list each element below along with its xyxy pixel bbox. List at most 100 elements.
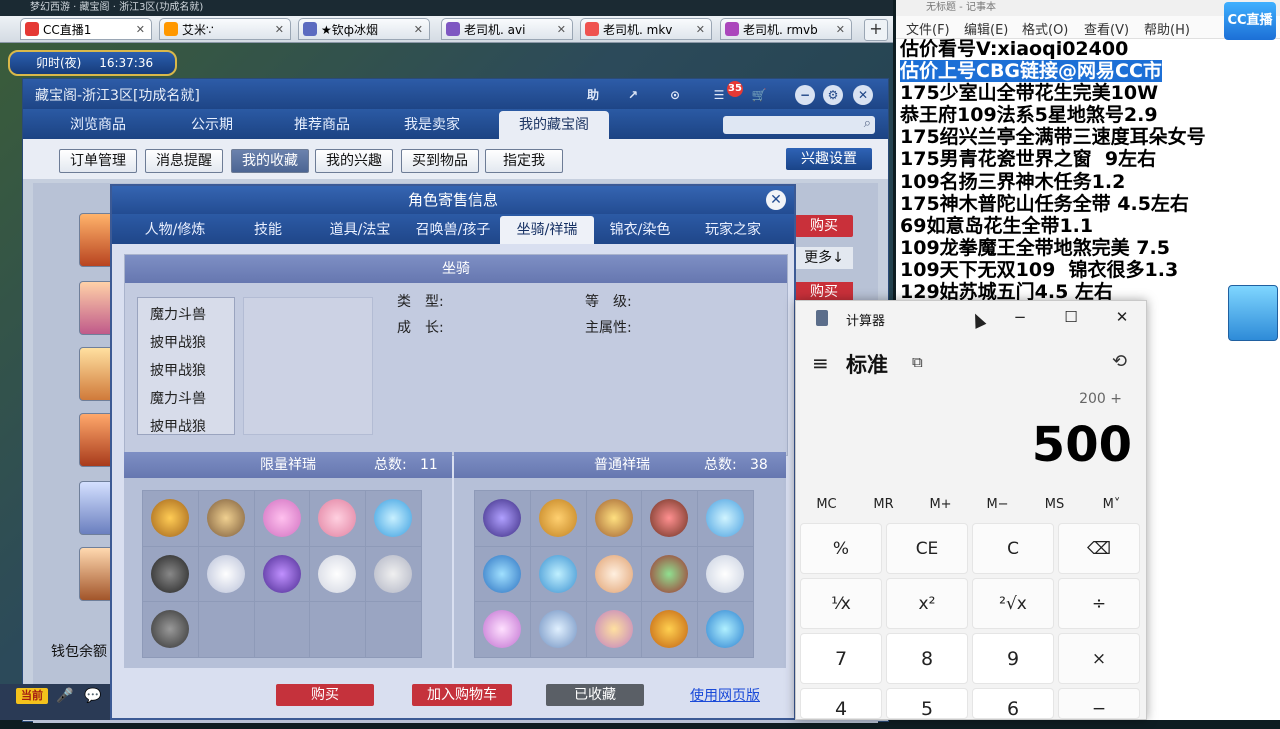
history-icon[interactable]: ⟲: [1112, 351, 1127, 372]
my-interest-button[interactable]: 我的兴趣: [315, 149, 393, 173]
list-item[interactable]: 魔力斗兽: [150, 304, 206, 324]
close-icon[interactable]: ✕: [853, 85, 873, 105]
menu-format[interactable]: 格式(O): [1022, 19, 1068, 38]
divide-key[interactable]: ÷: [1058, 578, 1140, 629]
list-item[interactable]: 魔力斗兽: [150, 388, 206, 408]
digit-5-key[interactable]: 5: [886, 688, 968, 720]
current-channel-button[interactable]: 当前: [16, 688, 48, 704]
digit-4-key[interactable]: 4: [800, 688, 882, 720]
clear-entry-key[interactable]: CE: [886, 523, 968, 574]
tab-my-pavilion[interactable]: 我的藏宝阁: [499, 111, 609, 139]
pet-cell[interactable]: [366, 546, 421, 602]
pet-cell[interactable]: [198, 491, 254, 546]
pet-cell[interactable]: [198, 546, 254, 602]
menu-edit[interactable]: 编辑(E): [964, 19, 1008, 38]
tab-outfits[interactable]: 锦衣/染色: [594, 216, 686, 244]
tab-browse[interactable]: 浏览商品: [43, 111, 153, 139]
pet-cell[interactable]: [475, 491, 530, 546]
close-icon[interactable]: ✕: [557, 19, 566, 39]
percent-key[interactable]: %: [800, 523, 882, 574]
browser-tab-6[interactable]: 老司机. rmvb ✕: [720, 18, 852, 40]
record-icon[interactable]: ⊙: [665, 85, 685, 105]
browser-tab-cc-live[interactable]: CC直播1 ✕: [20, 18, 152, 40]
cart-icon[interactable]: 🛒: [749, 85, 769, 105]
digit-7-key[interactable]: 7: [800, 633, 882, 684]
hamburger-menu-icon[interactable]: ≡: [812, 351, 829, 375]
message-icon[interactable]: ☰: [709, 85, 729, 105]
pet-cell[interactable]: [642, 602, 698, 657]
sqrt-key[interactable]: ²√x: [972, 578, 1054, 629]
list-item[interactable]: 披甲战狼: [150, 416, 206, 434]
tab-recommended[interactable]: 推荐商品: [267, 111, 377, 139]
keep-on-top-icon[interactable]: ⧉: [912, 353, 923, 371]
my-favorites-button[interactable]: 我的收藏: [231, 149, 309, 173]
browser-tab-2[interactable]: 艾米∵ ✕: [159, 18, 291, 40]
pet-cell[interactable]: [143, 546, 198, 602]
backspace-key[interactable]: ⌫: [1058, 523, 1140, 574]
square-key[interactable]: x²: [886, 578, 968, 629]
assigned-to-me-button[interactable]: 指定我: [485, 149, 563, 173]
list-item[interactable]: 披甲战狼: [150, 332, 206, 352]
tab-skills[interactable]: 技能: [222, 216, 314, 244]
microphone-icon[interactable]: 🎤: [56, 688, 73, 704]
tab-mounts[interactable]: 坐骑/祥瑞: [500, 216, 594, 244]
more-button[interactable]: 更多↓: [795, 247, 853, 269]
tab-home[interactable]: 玩家之家: [686, 216, 780, 244]
clear-key[interactable]: C: [972, 523, 1054, 574]
pet-cell[interactable]: [586, 491, 642, 546]
tab-seller[interactable]: 我是卖家: [377, 111, 487, 139]
tab-items[interactable]: 道具/法宝: [314, 216, 406, 244]
favorited-button[interactable]: 已收藏: [546, 684, 644, 706]
pet-cell[interactable]: [586, 546, 642, 602]
tab-character[interactable]: 人物/修炼: [128, 216, 222, 244]
close-icon[interactable]: ✕: [136, 19, 145, 39]
close-icon[interactable]: ✕: [275, 19, 284, 39]
pet-cell[interactable]: [475, 602, 530, 657]
pet-cell[interactable]: [586, 602, 642, 657]
buy-button[interactable]: 购买: [795, 215, 853, 237]
close-icon[interactable]: ✕: [836, 19, 845, 39]
order-manage-button[interactable]: 订单管理: [59, 149, 137, 173]
close-icon[interactable]: ✕: [696, 19, 705, 39]
memory-store-button[interactable]: MS: [1026, 497, 1083, 512]
browser-tab-5[interactable]: 老司机. mkv ✕: [580, 18, 712, 40]
minimize-icon[interactable]: −: [1010, 307, 1030, 327]
browser-tab-4[interactable]: 老司机. avi ✕: [441, 18, 573, 40]
buy-button[interactable]: 购买: [795, 282, 853, 302]
digit-9-key[interactable]: 9: [972, 633, 1054, 684]
maximize-icon[interactable]: ☐: [1061, 307, 1081, 327]
list-item[interactable]: 披甲战狼: [150, 360, 206, 380]
pet-cell[interactable]: [475, 546, 530, 602]
menu-file[interactable]: 文件(F): [906, 19, 950, 38]
pet-cell[interactable]: [698, 491, 753, 546]
menu-help[interactable]: 帮助(H): [1144, 19, 1190, 38]
bought-items-button[interactable]: 买到物品: [401, 149, 479, 173]
pet-cell[interactable]: [143, 602, 198, 657]
gear-icon[interactable]: ⚙: [823, 85, 843, 105]
add-to-cart-button[interactable]: 加入购物车: [412, 684, 512, 706]
pet-cell[interactable]: [310, 546, 366, 602]
pet-cell[interactable]: [698, 602, 753, 657]
memory-recall-button[interactable]: MR: [855, 497, 912, 512]
memory-add-button[interactable]: M+: [912, 497, 969, 512]
memory-clear-button[interactable]: MC: [798, 497, 855, 512]
tab-pets[interactable]: 召唤兽/孩子: [406, 216, 500, 244]
pet-cell[interactable]: [530, 602, 586, 657]
pet-cell[interactable]: [254, 546, 310, 602]
pet-cell[interactable]: [530, 491, 586, 546]
close-icon[interactable]: ✕: [766, 190, 786, 210]
reciprocal-key[interactable]: ¹⁄x: [800, 578, 882, 629]
close-icon[interactable]: ✕: [414, 19, 423, 39]
multiply-key[interactable]: ×: [1058, 633, 1140, 684]
subtract-key[interactable]: −: [1058, 688, 1140, 719]
side-widget-icon[interactable]: [1228, 285, 1278, 341]
browser-tab-3[interactable]: ★钦ф冰烟 ✕: [298, 18, 430, 40]
memory-subtract-button[interactable]: M−: [969, 497, 1026, 512]
close-icon[interactable]: ✕: [1112, 307, 1132, 327]
pet-cell[interactable]: [366, 491, 421, 546]
help-button[interactable]: 助: [583, 85, 603, 105]
pet-cell[interactable]: [642, 546, 698, 602]
chat-icon[interactable]: 💬: [84, 688, 101, 704]
share-icon[interactable]: ↗: [623, 85, 643, 105]
message-remind-button[interactable]: 消息提醒: [145, 149, 223, 173]
